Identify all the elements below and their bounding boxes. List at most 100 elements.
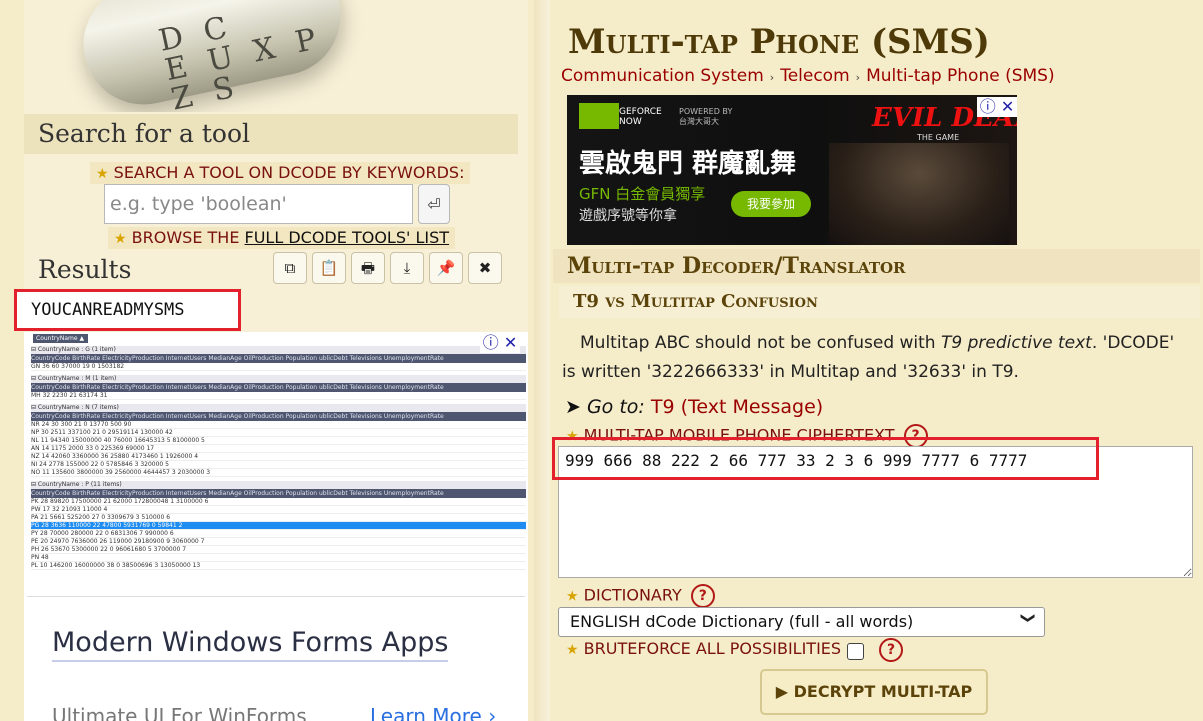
star-icon: ★ (566, 588, 579, 605)
star-icon: ★ (566, 428, 579, 445)
grid-row: NP 30 2511 337100 21 0 29519114 130000 4… (31, 429, 526, 437)
grid-group: ⊟ CountryName : M (1 item) CountryCode Bi… (31, 375, 526, 400)
grid-group: ⊟ CountryName : P (11 items) CountryCode … (31, 481, 526, 570)
ad-banner-left[interactable]: CountryName ▲ ⊟ CountryName : G (1 item)… (24, 332, 528, 721)
adchoice-icon[interactable]: ⓘ ✕ (977, 97, 1017, 117)
print-button[interactable]: 🖶 (351, 252, 385, 284)
confusion-subtitle: T9 vs Multitap Confusion (559, 286, 1200, 318)
grid-row: NL 11 94340 15000000 40 76000 16645313 5… (31, 437, 526, 445)
grid-row: NR 24 30 300 21 0 13770 500 90 (31, 421, 526, 429)
grid-header-row: CountryCode BirthRate ElectricityProduct… (31, 412, 526, 421)
enter-icon: ⏎ (427, 195, 441, 214)
breadcrumb-telecom[interactable]: Telecom (780, 66, 849, 86)
copy-icon: ⧉ (284, 259, 296, 277)
search-input[interactable] (104, 184, 413, 224)
ad-banner-right[interactable]: GEFORCE NOW POWERED BY 台灣大哥大 雲啟鬼門 群魔亂舞 G… (567, 95, 1017, 245)
ciphertext-label: ★ MULTI-TAP MOBILE PHONE CIPHERTEXT ? (566, 424, 928, 448)
decoder-section-title: Multi-tap Decoder/Translator (553, 249, 1200, 283)
bruteforce-label-text: BRUTEFORCE ALL POSSIBILITIES (583, 639, 842, 658)
ad-join-button[interactable]: 我要參加 (731, 191, 811, 217)
dictionary-label: ★ DICTIONARY ? (566, 584, 715, 608)
browse-tools-line: ★ BROWSE THE FULL DCODE TOOLS' LIST (108, 227, 456, 249)
grid-header-row: CountryCode BirthRate ElectricityProduct… (31, 489, 526, 498)
grid-group-title: ⊟ CountryName : M (1 item) (31, 375, 526, 383)
ad-screenshot-grid: CountryName ▲ ⊟ CountryName : G (1 item)… (27, 332, 526, 597)
breadcrumb-communication-system[interactable]: Communication System (561, 66, 764, 86)
download-icon: ⤓ (403, 259, 411, 277)
chevron-down-icon[interactable]: ❯ (1020, 612, 1036, 624)
powered-by-label: POWERED BY 台灣大哥大 (679, 107, 733, 126)
grid-row: PH 26 53670 5300000 22 0 96061680 5 3700… (31, 546, 526, 554)
column-divider (534, 0, 550, 721)
grid-row: GN 36 60 37000 19 0 1503182 (31, 363, 526, 371)
clipboard-button[interactable]: 📋 (312, 252, 346, 284)
ad-headline: 雲啟鬼門 群魔亂舞 (579, 149, 797, 179)
search-section-title: Search for a tool (24, 114, 518, 154)
grid-row: PL 10 146200 16000000 38 0 38500696 3 13… (31, 562, 526, 570)
star-icon: ★ (96, 166, 109, 182)
game-characters-image (829, 143, 1009, 245)
browse-prefix: BROWSE THE (131, 228, 245, 247)
ad-line-2: 遊戲序號等你拿 (579, 208, 677, 224)
help-icon[interactable]: ? (903, 424, 928, 448)
grid-header-row: CountryCode BirthRate ElectricityProduct… (31, 354, 526, 363)
close-icon: ✖ (478, 259, 492, 277)
page-title: Multi-tap Phone (SMS) (568, 22, 990, 62)
adchoice-icon[interactable]: ⓘ ✕ (480, 333, 520, 353)
game-logo-sub: THE GAME (917, 133, 960, 142)
grid-row: NI 24 2778 155000 22 0 5785846 3 320000 … (31, 461, 526, 469)
grid-group-title: ⊟ CountryName : N (7 items) (31, 404, 526, 412)
t9-link[interactable]: T9 (Text Message) (651, 396, 823, 418)
ad-subtitle: Ultimate UI For WinForms (52, 704, 307, 721)
ciphertext-input[interactable]: 999 666 88 222 2 66 777 33 2 3 6 999 777… (558, 446, 1193, 578)
confusion-paragraph: Multitap ABC should not be confused with… (562, 329, 1192, 387)
goto-line: ➤ Go to: T9 (Text Message) (565, 396, 823, 418)
grid-group-title: ⊟ CountryName : P (11 items) (31, 481, 526, 489)
download-button[interactable]: ⤓ (390, 252, 424, 284)
dictionary-select[interactable]: ENGLISH dCode Dictionary (full - all wor… (558, 607, 1045, 637)
ad-learn-more-link[interactable]: Learn More › (370, 704, 496, 721)
grid-row: AN 14 1175 2000 33 0 225369 69000 17 (31, 445, 526, 453)
grid-row: PW 17 32 21093 11000 4 (31, 506, 526, 514)
left-column: D C E U X P Z S Search for a tool ★ SEAR… (14, 0, 528, 721)
result-output[interactable]: YOUCANREADMYSMS (14, 289, 241, 331)
grid-group: ⊟ CountryName : G (1 item) CountryCode Bi… (31, 346, 526, 371)
para-part-1: Multitap ABC should not be confused with (580, 333, 941, 353)
grid-row: PG 28 3636 110000 22 47800 5931769 0 598… (31, 522, 526, 530)
ciphertext-label-text: MULTI-TAP MOBILE PHONE CIPHERTEXT (583, 425, 895, 445)
close-results-button[interactable]: ✖ (468, 252, 502, 284)
grid-row: NO 11 135600 3800000 39 2560000 4644457 … (31, 469, 526, 477)
ad-line-1: GFN 白金會員獨享 (579, 185, 706, 203)
goto-prefix: ➤ Go to: (565, 396, 651, 418)
star-icon: ★ (114, 231, 127, 247)
help-icon[interactable]: ? (879, 638, 903, 662)
grid-row: MH 32 2230 21 63174 31 (31, 392, 526, 400)
dictionary-label-text: DICTIONARY (583, 585, 682, 605)
grid-group-title: ⊟ CountryName : G (1 item) (31, 346, 526, 354)
dcode-logo[interactable]: D C E U X P Z S (24, 0, 528, 112)
grid-row: PN 48 (31, 554, 526, 562)
full-tools-list-link[interactable]: FULL DCODE TOOLS' LIST (245, 228, 450, 247)
bruteforce-checkbox[interactable] (847, 643, 864, 660)
keywords-label-text: SEARCH A TOOL ON DCODE BY KEYWORDS: (113, 163, 465, 182)
breadcrumb-multitap[interactable]: Multi-tap Phone (SMS) (866, 66, 1055, 86)
grid-row: PK 28 89820 17500000 21 62000 172800048 … (31, 498, 526, 506)
grid-row: PY 28 70000 280000 22 0 6831306 7 990000… (31, 530, 526, 538)
pin-icon: 📌 (436, 259, 456, 277)
grid-group: ⊟ CountryName : N (7 items) CountryCode B… (31, 404, 526, 477)
clipboard-icon: 📋 (319, 259, 339, 277)
help-icon[interactable]: ? (690, 584, 715, 608)
pin-button[interactable]: 📌 (429, 252, 463, 284)
star-icon: ★ (566, 642, 579, 658)
ad-title[interactable]: Modern Windows Forms Apps (52, 627, 449, 662)
grid-row: PA 21 5661 525200 27 0 3309679 3 510000 … (31, 514, 526, 522)
geforce-now-label: GEFORCE NOW (619, 107, 662, 127)
decrypt-button[interactable]: ▶ DECRYPT MULTI-TAP (760, 669, 988, 715)
print-icon: 🖶 (360, 259, 376, 277)
copy-button[interactable]: ⧉ (273, 252, 307, 284)
search-submit-button[interactable]: ⏎ (418, 184, 450, 224)
bruteforce-help: ? (875, 638, 903, 662)
grid-header-row: CountryCode BirthRate ElectricityProduct… (31, 383, 526, 392)
para-emphasis: T9 predictive text (940, 333, 1092, 353)
breadcrumb: Communication System › Telecom › Multi-tap P… (561, 66, 1055, 86)
